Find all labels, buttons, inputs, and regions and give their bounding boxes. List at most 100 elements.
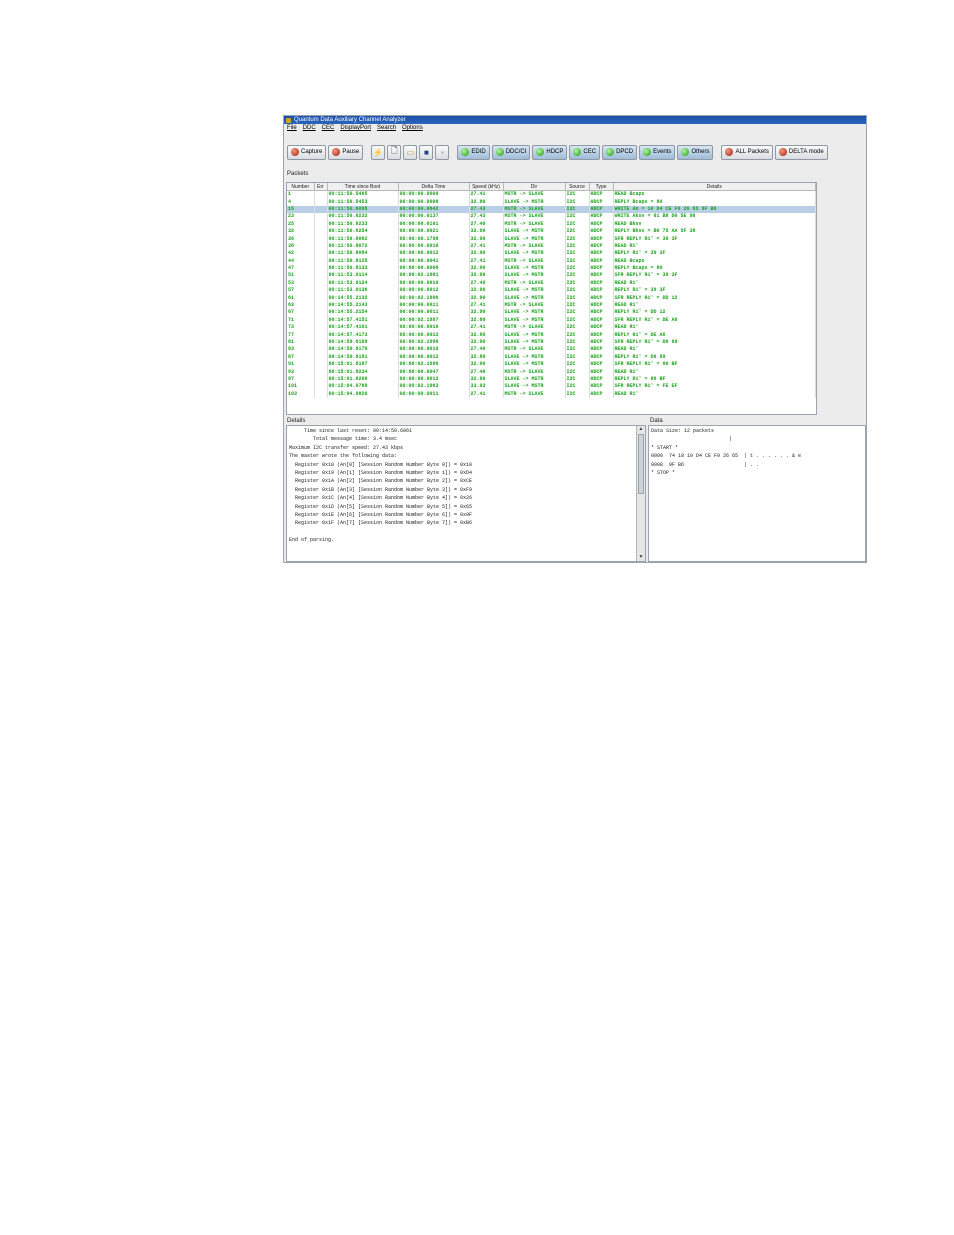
table-row[interactable]: 1 00:11:50.5465 00:00:00.0000 27.41 MSTR -> … xyxy=(287,190,816,199)
table-row[interactable]: 42 00:11:50.8084 00:00:00.0012 32.90 SLAVE -… xyxy=(287,250,816,258)
table-row[interactable]: 101 00:15:04.0789 00:00:02.1963 33.03 SLAVE … xyxy=(287,383,816,391)
menu-ddc[interactable]: DDC xyxy=(303,124,316,133)
table-row[interactable]: 44 00:11:50.8125 00:00:00.0041 27.41 MSTR ->… xyxy=(287,257,816,265)
table-cell: REPLY Bcaps = 80 xyxy=(613,198,816,206)
menu-displayport[interactable]: DisplayPort xyxy=(340,124,371,133)
table-cell xyxy=(314,338,328,347)
menu-cec[interactable]: CEC xyxy=(322,124,335,133)
table-cell xyxy=(314,205,328,214)
column-header[interactable]: Number xyxy=(287,183,315,191)
table-cell: 00:00:02.1963 xyxy=(398,383,470,391)
open-folder-icon[interactable]: ▭ xyxy=(403,144,418,160)
menu-search[interactable]: Search xyxy=(377,124,396,133)
table-cell: 00:00:00.0642 xyxy=(398,205,470,214)
table-cell: WRITE Aksv = 61 B8 D0 5E 96 xyxy=(613,213,816,221)
lightning-icon[interactable]: ⚡ xyxy=(371,144,386,160)
menu-options[interactable]: Options xyxy=(402,124,423,133)
menu-file[interactable]: File xyxy=(287,124,297,133)
table-row[interactable]: 32 00:11:50.6254 00:00:00.0021 32.90 SLAVE -… xyxy=(287,227,816,236)
filter-cec-button[interactable]: CEC xyxy=(569,144,601,160)
all-packets-button[interactable]: ALL Packets xyxy=(721,144,773,160)
table-row[interactable]: 4 00:11:50.5453 00:00:00.0008 32.80 SLAVE ->… xyxy=(287,198,816,206)
table-row[interactable]: 91 00:15:01.8187 00:00:02.1996 32.90 SLAVE -… xyxy=(287,360,816,369)
table-row[interactable]: 23 00:11:50.6232 00:00:00.0137 27.43 MSTR ->… xyxy=(287,213,816,221)
table-cell: HDCP xyxy=(589,331,614,339)
table-row[interactable]: 81 00:14:59.6169 00:00:02.1996 32.90 SLAVE -… xyxy=(287,338,816,347)
table-cell: 27.40 xyxy=(469,279,504,288)
filter-others-button[interactable]: Others xyxy=(677,144,714,160)
table-cell: SLAVE -> MSTR xyxy=(503,294,566,302)
table-row[interactable]: 83 00:14:59.6179 00:00:00.0010 27.40 MSTR ->… xyxy=(287,346,816,354)
filter-dpcd-button[interactable]: DPCD xyxy=(602,144,638,160)
column-header[interactable]: Err xyxy=(314,183,328,191)
capture-label: Capture xyxy=(301,149,323,155)
table-row[interactable]: 57 00:11:53.0136 00:00:00.0012 32.90 SLAVE -… xyxy=(287,287,816,295)
table-cell: I2C xyxy=(565,198,590,206)
table-row[interactable]: 53 00:11:53.0124 00:00:00.0010 27.40 MSTR ->… xyxy=(287,279,816,288)
table-cell: SFR REPLY Ri' = DD 12 xyxy=(613,294,816,302)
table-row[interactable]: 103 00:15:04.0820 00:00:00.0011 27.41 MSTR -… xyxy=(287,390,816,398)
scroll-up-icon[interactable]: ▲ xyxy=(637,426,645,433)
disabled-icon[interactable]: ▪ xyxy=(435,144,450,160)
table-cell: HDCP xyxy=(589,309,614,317)
table-cell: SLAVE -> MSTR xyxy=(503,272,566,280)
table-cell xyxy=(314,220,328,228)
table-row[interactable]: 61 00:14:55.2132 00:00:02.1996 32.90 SLAVE -… xyxy=(287,294,816,302)
filter-ddcci-button[interactable]: DDC/CI xyxy=(491,144,531,160)
column-header[interactable]: Type xyxy=(589,183,614,191)
column-header[interactable]: Dir xyxy=(503,183,566,191)
column-header[interactable]: Source xyxy=(565,183,590,191)
new-file-icon[interactable]: 🗋 xyxy=(387,144,402,160)
table-row[interactable]: 25 00:11:50.6233 00:00:00.0101 27.40 MSTR ->… xyxy=(287,220,816,228)
table-cell: MSTR -> SLAVE xyxy=(503,279,566,288)
table-row[interactable]: 51 00:11:53.0114 00:00:02.1981 32.90 SLAVE -… xyxy=(287,272,816,280)
filter-label: Events xyxy=(653,149,672,155)
table-cell: 42 xyxy=(287,250,315,258)
column-header[interactable]: Delta Time xyxy=(398,183,470,191)
table-row[interactable]: 87 00:14:59.6191 00:00:00.0012 32.80 SLAVE -… xyxy=(287,353,816,361)
scroll-down-icon[interactable]: ▼ xyxy=(637,554,645,561)
table-cell: 00:11:50.5453 xyxy=(327,198,399,206)
table-cell: I2C xyxy=(565,383,590,391)
table-row[interactable]: 73 00:14:57.4161 00:00:00.0010 27.41 MSTR ->… xyxy=(287,324,816,332)
delta-mode-button[interactable]: DELTA mode xyxy=(774,144,828,160)
filter-events-button[interactable]: Events xyxy=(639,144,676,160)
led-icon xyxy=(778,148,787,156)
details-scrollbar[interactable]: ▲ ▼ xyxy=(636,426,645,561)
table-cell: SLAVE -> MSTR xyxy=(503,360,566,369)
table-cell: 00:00:00.0012 xyxy=(398,331,470,339)
column-header[interactable]: Speed (kHz) xyxy=(469,183,504,191)
table-row[interactable]: 71 00:14:57.4151 00:00:02.1997 32.80 SLAVE -… xyxy=(287,316,816,325)
table-cell: HDCP xyxy=(589,213,614,221)
table-cell xyxy=(314,390,328,398)
led-icon xyxy=(725,148,734,156)
table-row[interactable]: 47 00:11:50.8133 00:00:00.0008 32.90 SLAVE -… xyxy=(287,264,816,273)
table-cell: 00:00:00.0010 xyxy=(398,324,470,332)
table-row[interactable]: 93 00:15:01.8234 00:00:00.0047 27.40 MSTR ->… xyxy=(287,368,816,376)
table-cell xyxy=(314,383,328,391)
capture-button[interactable]: Capture xyxy=(287,144,327,160)
table-row[interactable]: 38 00:11:50.8072 00:00:00.0010 27.41 MSTR ->… xyxy=(287,242,816,251)
table-cell: 00:00:00.0010 xyxy=(398,279,470,288)
column-header[interactable]: Time since Boot xyxy=(327,183,399,191)
table-cell xyxy=(314,331,328,339)
table-cell: HDCP xyxy=(589,205,614,214)
filter-edid-button[interactable]: EDID xyxy=(457,144,490,160)
table-row[interactable]: 63 00:14:55.2143 00:00:00.0011 27.41 MSTR ->… xyxy=(287,301,816,310)
table-cell xyxy=(314,301,328,310)
filter-hdcp-button[interactable]: HDCP xyxy=(532,144,568,160)
table-cell: HDCP xyxy=(589,294,614,302)
window-title: Quantum Data Auxiliary Channel Analyzer xyxy=(294,117,406,123)
table-cell: 32.90 xyxy=(469,264,504,273)
led-icon xyxy=(461,148,470,156)
save-icon[interactable]: ■ xyxy=(419,144,434,160)
table-row[interactable]: 15 00:11:50.6095 00:00:00.0642 27.43 MSTR ->… xyxy=(287,205,816,214)
table-cell: 00:00:00.0137 xyxy=(398,213,470,221)
table-row[interactable]: 97 00:15:01.8266 00:00:00.0012 32.90 SLAVE -… xyxy=(287,375,816,384)
column-header[interactable]: Details xyxy=(613,183,816,191)
table-row[interactable]: 77 00:14:57.4173 00:00:00.0012 32.80 SLAVE -… xyxy=(287,331,816,339)
table-row[interactable]: 67 00:14:55.2154 00:00:00.0011 32.90 SLAVE -… xyxy=(287,309,816,317)
table-row[interactable]: 36 00:11:50.8062 00:00:00.1798 32.90 SLAVE -… xyxy=(287,235,816,243)
scroll-thumb[interactable] xyxy=(638,434,644,494)
pause-button[interactable]: Pause xyxy=(328,144,364,160)
